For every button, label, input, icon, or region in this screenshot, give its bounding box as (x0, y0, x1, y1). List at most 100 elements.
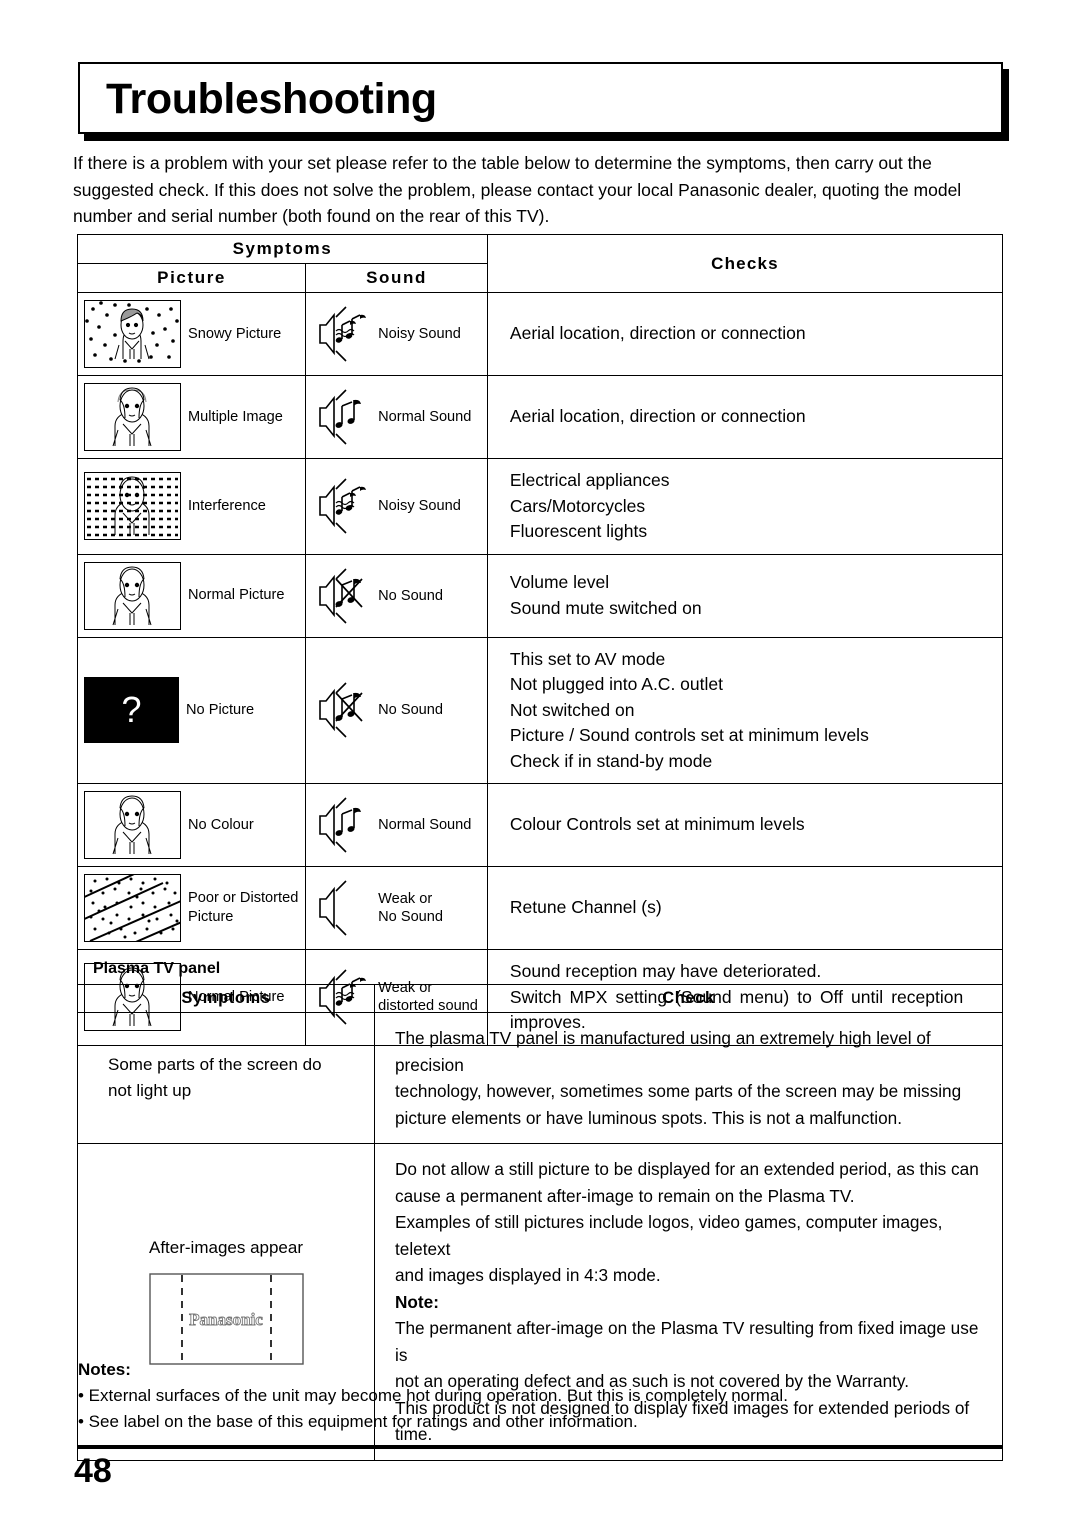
plasma-check-line: Do not allow a still picture to be displ… (395, 1159, 979, 1179)
plasma-header-check: Check (374, 984, 1003, 1013)
checks-cell: Aerial location, direction or connection (486, 292, 1004, 376)
note-item: • See label on the base of this equipmen… (78, 1412, 638, 1431)
plasma-symptom-line: not light up (108, 1081, 192, 1100)
sound-label: No Sound (378, 587, 444, 604)
poor-distorted-picture-icon (84, 874, 181, 942)
checks-cell: Retune Channel (s) (486, 866, 1004, 950)
document-page: Troubleshooting If there is a problem wi… (0, 0, 1080, 1528)
table-row: Interference Noisy Sound Electrical appl… (76, 458, 1004, 555)
normal-sound-icon (319, 797, 362, 853)
noisy-sound-icon (319, 306, 367, 362)
picture-label-line: Picture (188, 909, 234, 925)
plasma-symptom-line: After-images appear (148, 1237, 304, 1257)
plasma-section-heading: Plasma TV panel (93, 960, 221, 977)
intro-line-2: suggested check. If this does not solve … (73, 179, 962, 200)
picture-label: No Colour (188, 816, 254, 833)
check-line: Sound reception may have deteriorated. (509, 961, 822, 981)
check-line: Sound mute switched on (509, 597, 702, 618)
header-symptoms: Symptoms (77, 234, 488, 264)
no-picture-icon: ? (84, 677, 179, 744)
weak-sound-icon (319, 880, 347, 936)
no-sound-icon (319, 567, 363, 624)
sound-cell: No Sound (305, 636, 488, 784)
sound-label-line: No Sound (378, 909, 444, 925)
table-row: Multiple Image Normal Sound Aerial locat… (76, 375, 1004, 459)
page-title-banner: Troubleshooting (78, 62, 1009, 141)
panasonic-logo-text: Panasonic (189, 1310, 263, 1329)
sound-label: Noisy Sound (378, 498, 461, 515)
check-line: Retune Channel (s) (509, 897, 662, 918)
picture-cell: Normal Picture (76, 553, 307, 638)
multiple-image-icon (84, 383, 181, 451)
after-image-tv-diagram: Panasonic (148, 1273, 304, 1365)
plasma-check-line: cause a permanent after-image to remain … (395, 1185, 855, 1206)
sound-cell: Normal Sound (305, 375, 488, 459)
sound-label: Normal Sound (378, 817, 472, 833)
table-row: Poor or Distorted Picture Weak or No Sou… (76, 866, 1004, 950)
intro-line-1: If there is a problem with your set plea… (73, 153, 932, 173)
sound-label: No Sound (378, 702, 444, 719)
plasma-symptom-cell: Some parts of the screen do not light up (77, 1012, 375, 1144)
no-sound-icon (319, 682, 363, 738)
header-picture: Picture (76, 263, 307, 293)
snowy-picture-icon (84, 300, 181, 368)
picture-cell: Poor or Distorted Picture (76, 866, 307, 950)
plasma-check-line: picture elements or have luminous spots.… (395, 1107, 902, 1128)
table-row: ? No Picture No Sound This set to AV mod… (76, 636, 1004, 784)
check-line: Volume level (509, 572, 610, 592)
check-line: Not switched on (509, 699, 635, 720)
picture-label: Snowy Picture (188, 325, 282, 342)
intro-line-3: number and serial number (both found on … (73, 206, 550, 226)
plasma-check-cell: The plasma TV panel is manufactured usin… (374, 1012, 1003, 1144)
picture-cell: Snowy Picture (76, 292, 307, 376)
check-line: Aerial location, direction or connection (509, 323, 806, 344)
table-row: Snowy Picture Noisy Sound Aerial locatio… (76, 292, 1004, 376)
notes-heading: Notes: (78, 1360, 131, 1379)
plasma-header-symptoms: Symptoms (77, 984, 375, 1013)
check-line: This set to AV mode (509, 648, 666, 669)
checks-cell: Volume level Sound mute switched on (486, 553, 1004, 638)
picture-label: Normal Picture (188, 587, 285, 603)
sound-cell: Weak or No Sound (305, 866, 488, 950)
check-line: Not plugged into A.C. outlet (509, 674, 723, 694)
plasma-header-row: Symptoms Check (77, 984, 1003, 1013)
check-line: Cars/Motorcycles (509, 495, 646, 516)
picture-label-line: Poor or Distorted (188, 890, 299, 906)
no-colour-icon (84, 791, 181, 859)
check-line: Picture / Sound controls set at minimum … (509, 725, 869, 745)
checks-cell: Aerial location, direction or connection (486, 375, 1004, 459)
picture-label: Poor or Distorted Picture (188, 889, 298, 927)
picture-cell: Interference (76, 458, 307, 555)
header-checks: Checks (486, 234, 1004, 293)
noisy-sound-icon (319, 478, 367, 534)
plasma-check-line: and images displayed in 4:3 mode. (395, 1265, 661, 1285)
normal-picture-icon (84, 561, 181, 630)
sound-label: Weak or No Sound (378, 890, 443, 926)
check-line: Check if in stand-by mode (509, 750, 713, 771)
check-line: Fluorescent lights (509, 521, 648, 541)
check-line: Electrical appliances (509, 470, 670, 490)
picture-label: No Picture (186, 701, 255, 718)
checks-cell: This set to AV mode Not plugged into A.C… (486, 636, 1004, 784)
sound-label: Noisy Sound (378, 326, 461, 342)
plasma-row: Some parts of the screen do not light up… (77, 1012, 1003, 1144)
interference-icon (84, 472, 181, 541)
note-item: • External surfaces of the unit may beco… (78, 1386, 788, 1405)
plasma-check-line: Examples of still pictures include logos… (395, 1212, 943, 1259)
troubleshooting-table: Symptoms Checks Picture Sound Snowy Pict… (76, 234, 1004, 1046)
table-row: Normal Picture (76, 553, 1004, 638)
plasma-note-heading: Note: (395, 1291, 439, 1312)
table-row: No Colour Normal Sound Colour Controls s… (76, 783, 1004, 867)
table-header-row-1: Symptoms Checks (77, 234, 1004, 293)
check-line: Colour Controls set at minimum levels (509, 814, 805, 835)
title-box: Troubleshooting (78, 62, 1003, 134)
plasma-check-line: The plasma TV panel is manufactured usin… (395, 1028, 931, 1075)
picture-cell: Multiple Image (76, 375, 307, 459)
sound-cell: No Sound (305, 553, 488, 638)
checks-cell: Colour Controls set at minimum levels (486, 783, 1004, 867)
question-mark-glyph: ? (121, 689, 142, 731)
header-sound: Sound (305, 263, 488, 293)
footer-rule (78, 1445, 1003, 1449)
sound-cell: Noisy Sound (305, 292, 488, 376)
sound-label: Normal Sound (378, 409, 472, 425)
